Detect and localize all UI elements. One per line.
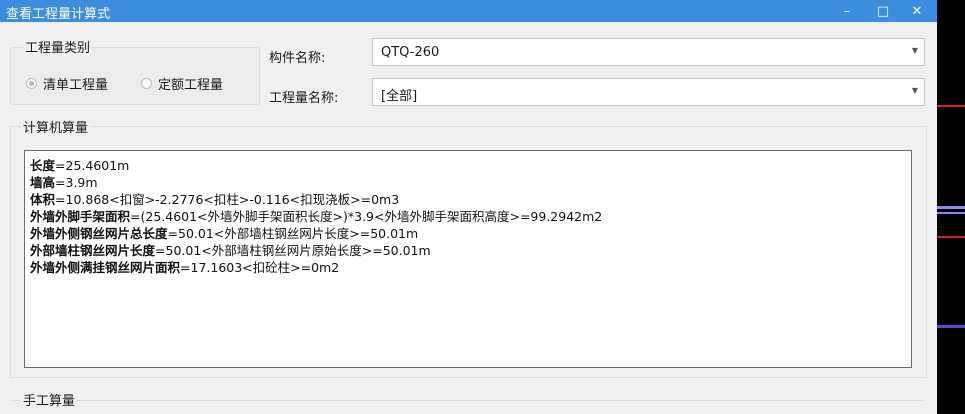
component-name-select[interactable]: QTQ-260 ▼ (372, 38, 925, 66)
background-purple-line (937, 325, 965, 328)
calc-line: 墙高=3.9m (30, 175, 98, 190)
background-blue-line (937, 212, 965, 214)
title-bar[interactable]: 查看工程量计算式 – □ ✕ (0, 0, 937, 22)
qty-name-label: 工程量名称: (269, 91, 339, 106)
component-name-label: 构件名称: (269, 51, 326, 66)
chevron-down-icon: ▼ (911, 86, 918, 95)
qty-name-select[interactable]: [全部] ▼ (372, 78, 925, 106)
chevron-down-icon: ▼ (911, 46, 918, 55)
calc-line: 外墙外侧满挂钢丝网片面积=17.1603<扣砼柱>=0m2 (30, 260, 340, 275)
computer-calc-legend: 计算机算量 (21, 117, 91, 136)
background-red-line (937, 236, 965, 238)
close-icon[interactable]: ✕ (902, 0, 932, 22)
app-window: 查看工程量计算式 – □ ✕ 工程量类别 清单工程量 定额工程量 构件名称: Q… (0, 0, 937, 414)
background-red-line (937, 105, 965, 107)
radio-bill-qty-label: 清单工程量 (43, 78, 109, 93)
component-name-value: QTQ-260 (381, 45, 440, 60)
radio-quota-qty[interactable]: 定额工程量 (141, 74, 223, 93)
calc-line: 外墙外脚手架面积=(25.4601<外墙外脚手架面积长度>)*3.9<外墙外脚手… (30, 209, 603, 224)
qty-name-value: [全部] (381, 89, 418, 104)
radio-bill-qty[interactable]: 清单工程量 (26, 74, 108, 93)
radio-unchecked-icon (141, 78, 152, 89)
manual-calc-group (10, 400, 925, 414)
window-title: 查看工程量计算式 (6, 7, 111, 22)
radio-checked-icon (26, 78, 37, 89)
calc-line: 外墙外侧钢丝网片总长度=50.01<外部墙柱钢丝网片长度>=50.01m (30, 226, 419, 241)
calc-line: 外部墙柱钢丝网片长度=50.01<外部墙柱钢丝网片原始长度>=50.01m (30, 243, 431, 258)
maximize-icon[interactable]: □ (868, 0, 898, 22)
qty-type-legend: 工程量类别 (23, 37, 93, 56)
minimize-icon[interactable]: – (832, 0, 862, 22)
calc-text-area[interactable]: 长度=25.4601m 墙高=3.9m 体积=10.868<扣窗>-2.2776… (24, 150, 912, 368)
background-blue-line (937, 206, 965, 209)
calc-line: 体积=10.868<扣窗>-2.2776<扣柱>-0.116<扣现浇板>=0m3 (30, 192, 400, 207)
manual-calc-legend: 手工算量 (21, 390, 78, 409)
calc-line: 长度=25.4601m (30, 158, 130, 173)
radio-quota-qty-label: 定额工程量 (158, 78, 224, 93)
